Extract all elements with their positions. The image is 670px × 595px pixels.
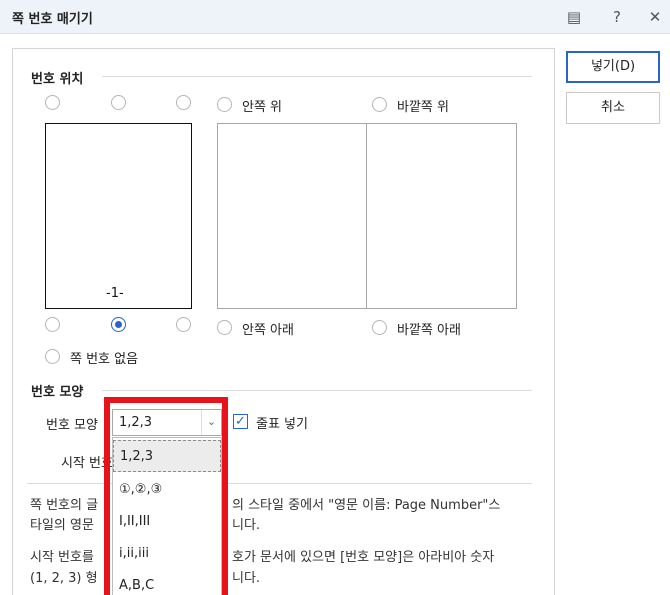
- single-page-preview: [45, 123, 192, 309]
- help-icon[interactable]: ?: [606, 6, 628, 28]
- position-section-label: 번호 위치: [31, 68, 84, 87]
- inner-bottom-label: 안쪽 아래: [242, 323, 294, 338]
- radio-outer-bottom[interactable]: [372, 320, 387, 335]
- dropdown-option[interactable]: ①,②,③: [113, 474, 221, 506]
- dropdown-option[interactable]: I,II,III: [113, 506, 221, 538]
- radio-inner-bottom[interactable]: [217, 320, 232, 335]
- radio-top-right[interactable]: [176, 95, 191, 110]
- no-number-label: 쪽 번호 없음: [70, 352, 139, 367]
- chevron-down-icon[interactable]: ⌄: [201, 410, 221, 435]
- outer-bottom-label: 바깥쪽 아래: [397, 323, 461, 338]
- radio-top-center[interactable]: [111, 95, 126, 110]
- left-page-preview: [217, 123, 367, 309]
- radio-bottom-center[interactable]: [111, 317, 126, 332]
- description-line: 호가 문서에 있으면 [번호 모양]은 아라비아 숫자: [232, 550, 495, 565]
- add-dash-label: 줄표 넣기: [256, 417, 308, 432]
- dialog-title: 쪽 번호 매기기: [12, 12, 93, 27]
- section-divider: [102, 76, 532, 77]
- preview-page-number: -1-: [106, 286, 124, 301]
- right-page-preview: [366, 123, 517, 309]
- comment-icon[interactable]: ▤: [563, 6, 585, 28]
- format-section-label: 번호 모양: [31, 381, 84, 400]
- description-line: 쪽 번호의 글: [30, 498, 99, 513]
- dropdown-option[interactable]: 1,2,3: [113, 440, 221, 472]
- number-shape-value: 1,2,3: [119, 415, 153, 430]
- description-line: (1, 2, 3) 형: [30, 571, 98, 586]
- description-line: 시작 번호를: [30, 550, 94, 565]
- description-line: 니다.: [232, 571, 261, 586]
- section-divider: [27, 483, 532, 484]
- inner-top-label: 안쪽 위: [242, 100, 283, 115]
- cancel-button[interactable]: 취소: [566, 92, 660, 124]
- add-dash-checkbox[interactable]: ✓: [233, 414, 248, 429]
- radio-bottom-left[interactable]: [45, 317, 60, 332]
- radio-outer-top[interactable]: [372, 97, 387, 112]
- number-shape-dropdown[interactable]: 1,2,3 ①,②,③ I,II,III i,ii,iii A,B,C: [112, 437, 222, 595]
- description-line: 타일의 영문: [30, 518, 94, 533]
- section-divider: [102, 390, 532, 391]
- start-number-label: 시작 번호: [61, 456, 113, 471]
- insert-button[interactable]: 넣기(D): [566, 51, 660, 83]
- close-icon[interactable]: ✕: [644, 6, 666, 28]
- radio-top-left[interactable]: [45, 95, 60, 110]
- radio-no-number[interactable]: [45, 349, 60, 364]
- radio-inner-top[interactable]: [217, 97, 232, 112]
- radio-bottom-right[interactable]: [176, 317, 191, 332]
- dropdown-option[interactable]: i,ii,iii: [113, 538, 221, 570]
- shape-label: 번호 모양: [46, 418, 98, 433]
- description-line: 니다.: [232, 518, 261, 533]
- outer-top-label: 바깥쪽 위: [397, 100, 449, 115]
- number-shape-select[interactable]: 1,2,3 ⌄: [112, 409, 222, 436]
- dropdown-option[interactable]: A,B,C: [113, 570, 221, 595]
- description-line: 의 스타일 중에서 "영문 이름: Page Number"스: [232, 498, 501, 513]
